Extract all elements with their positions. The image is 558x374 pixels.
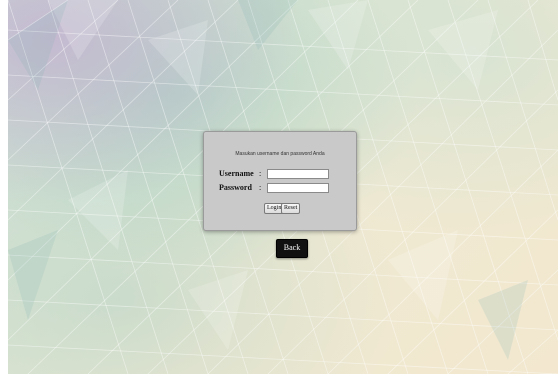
reset-button[interactable]: Reset — [281, 203, 301, 214]
back-button[interactable]: Back — [276, 239, 308, 258]
password-separator: : — [259, 183, 262, 192]
username-input[interactable] — [267, 169, 329, 179]
password-input[interactable] — [267, 183, 329, 193]
username-row: Username : — [219, 168, 349, 179]
username-separator: : — [259, 169, 262, 178]
background-frame: Masukan username dan password Anda Usern… — [8, 0, 558, 374]
login-instruction-text: Masukan username dan password Anda — [235, 151, 325, 157]
password-label: Password — [219, 183, 252, 192]
login-panel: Masukan username dan password Anda Usern… — [203, 131, 357, 231]
password-row: Password : — [219, 182, 349, 193]
username-label: Username — [219, 169, 254, 178]
